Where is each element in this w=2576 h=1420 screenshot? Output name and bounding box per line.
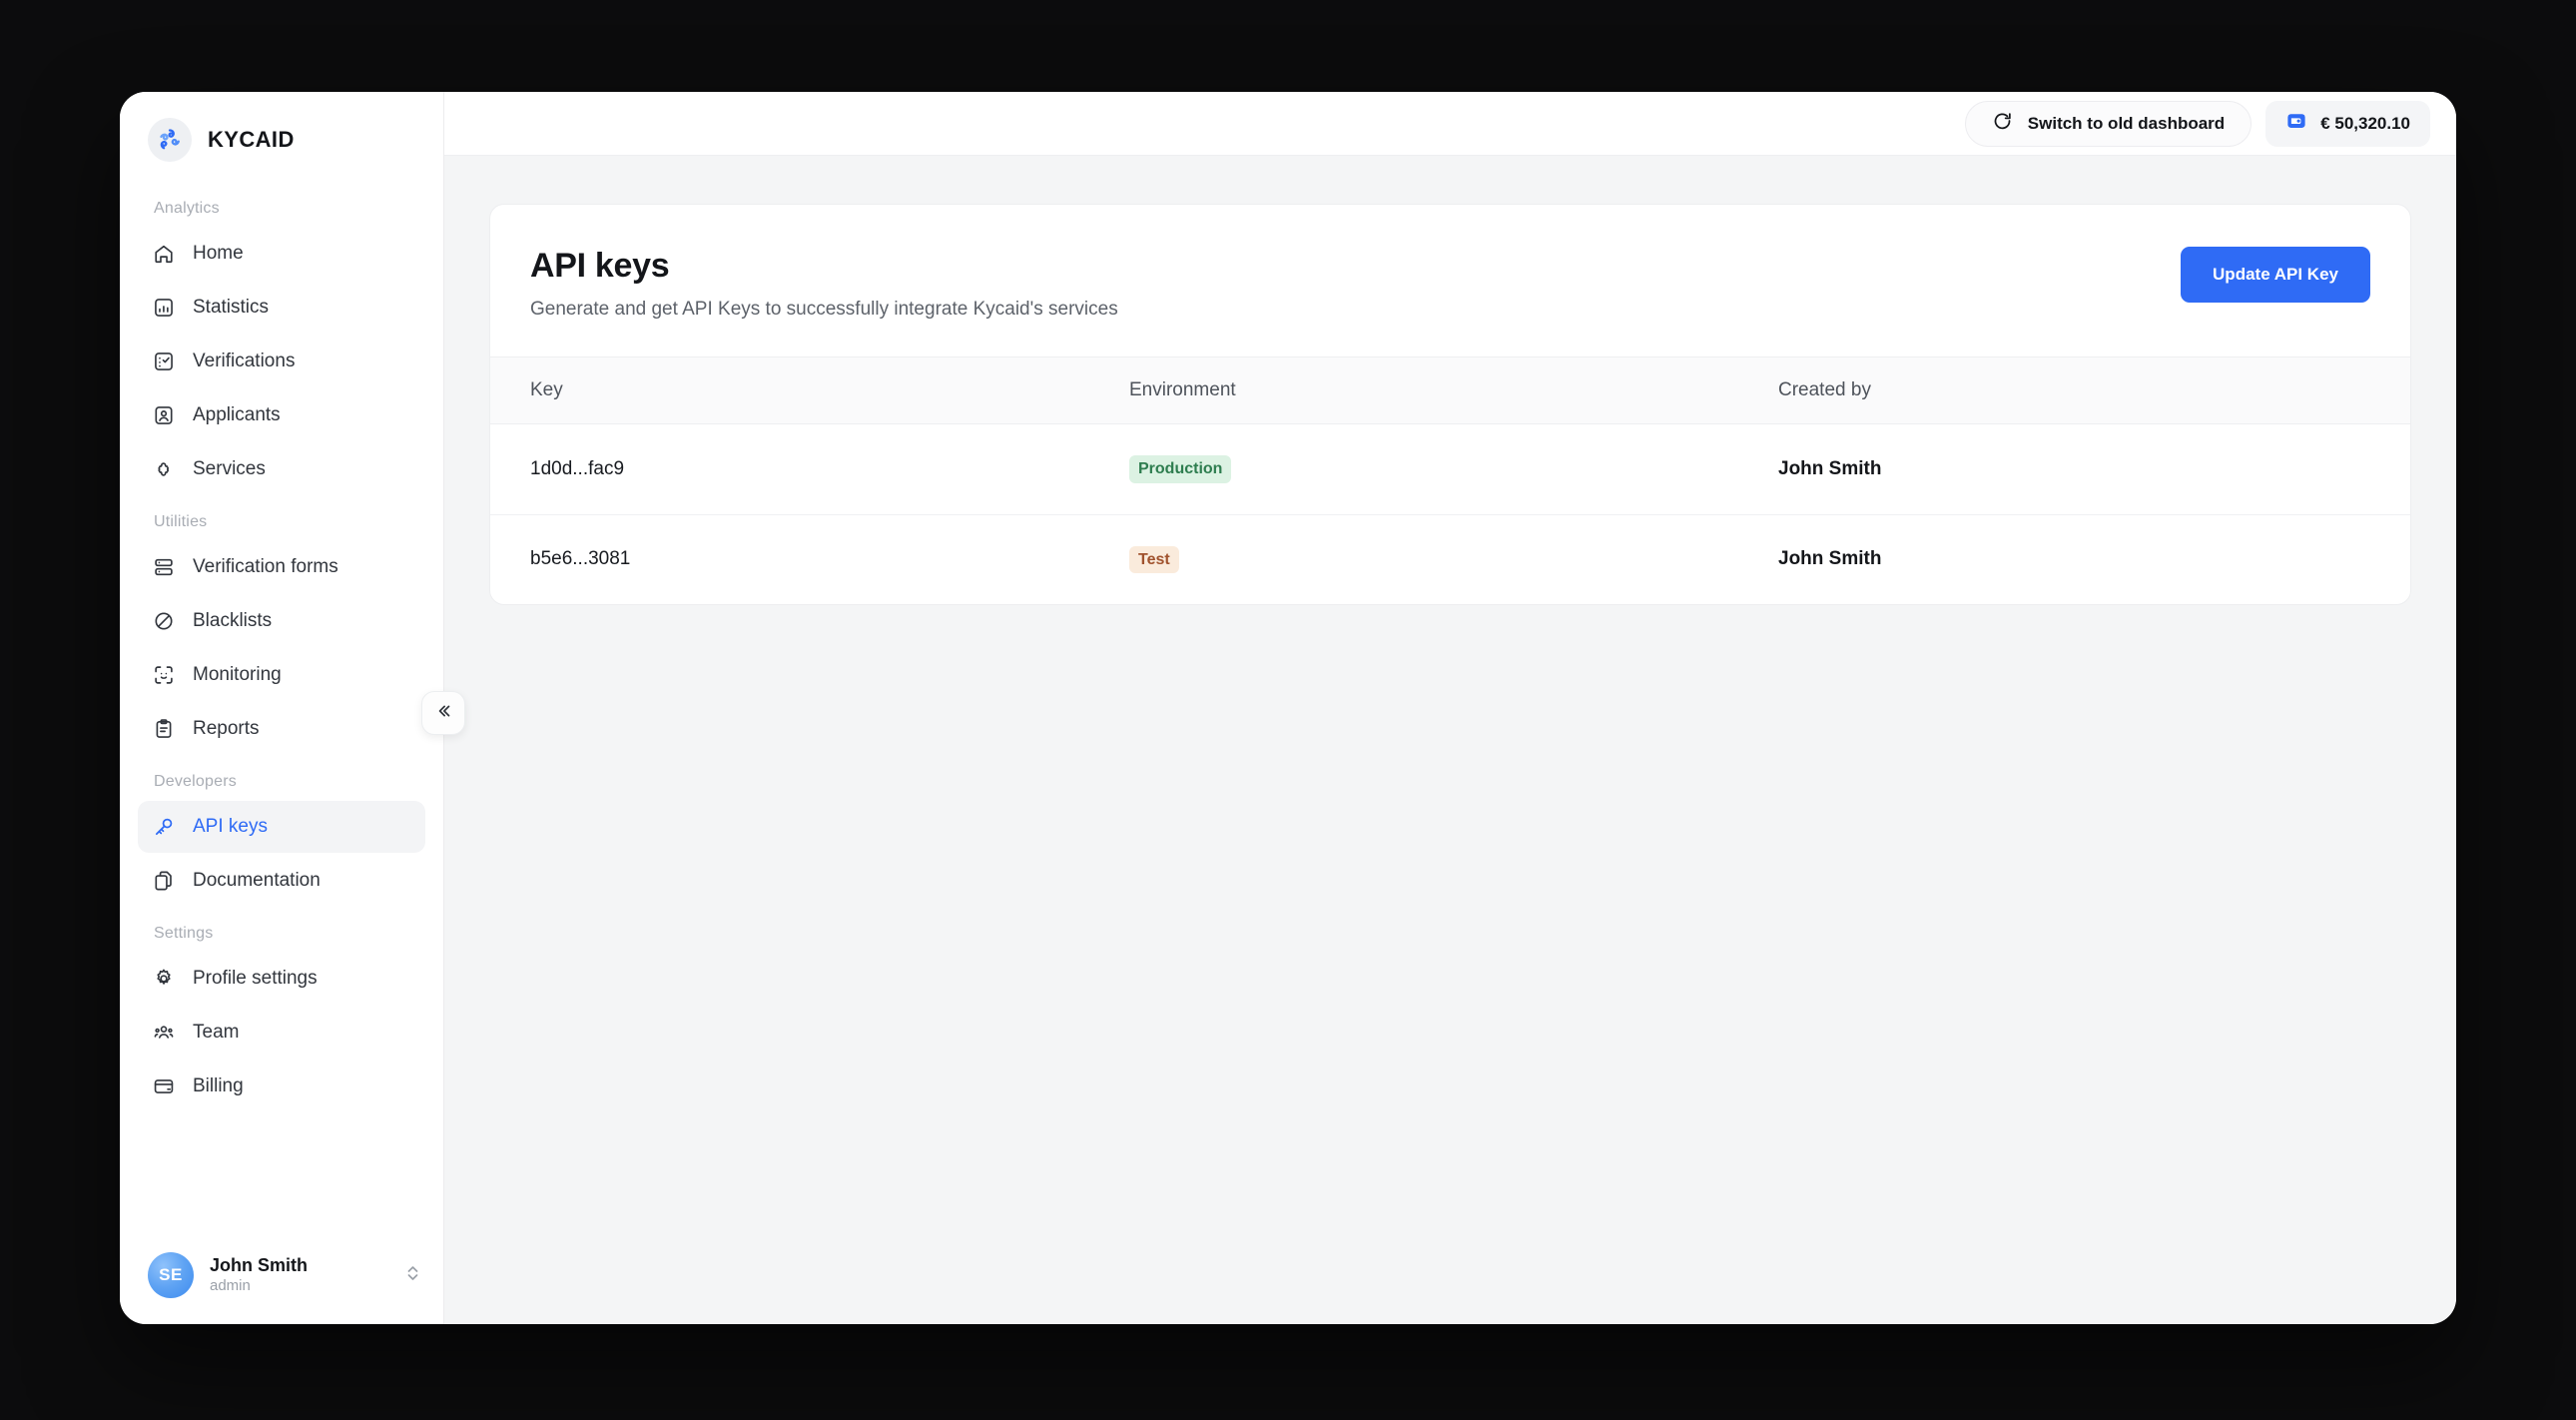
sidebar-item-label: Team [193,1022,239,1044]
sidebar-item-verifications[interactable]: Verifications [138,336,425,387]
table-header-row: Key Environment Created by [490,357,2410,424]
brand-name: KYCAID [208,127,295,153]
table-row[interactable]: b5e6...3081 Test John Smith [490,514,2410,604]
avatar: SE [148,1252,194,1298]
table-header: Key Environment Created by [490,357,2410,424]
sidebar-item-services[interactable]: Services [138,443,425,495]
sidebar-item-home[interactable]: Home [138,228,425,280]
documentation-copy-icon [152,869,176,893]
sidebar-collapse-button[interactable] [421,691,465,735]
cell-environment: Production [1129,424,1778,515]
content-area: API keys Generate and get API Keys to su… [444,156,2456,1324]
sidebar: KYCAID Analytics Home [120,92,444,1324]
chevron-up-down-icon[interactable] [404,1261,421,1290]
sidebar-item-api-keys[interactable]: API keys [138,801,425,853]
page-subtitle: Generate and get API Keys to successfull… [530,299,1118,321]
sidebar-item-label: Statistics [193,297,269,319]
nav-group-label-utilities: Utilities [138,497,425,541]
sidebar-item-label: Reports [193,718,260,740]
refresh-icon [1992,111,2013,137]
sidebar-item-label: Applicants [193,404,281,426]
brand: KYCAID [120,92,443,184]
team-people-icon [152,1021,176,1045]
sidebar-item-label: Profile settings [193,968,318,990]
api-keys-card: API keys Generate and get API Keys to su… [489,204,2411,605]
switch-to-old-dashboard-label: Switch to old dashboard [2028,114,2225,134]
balance-amount: € 50,320.10 [2320,114,2410,134]
sidebar-item-label: Verification forms [193,556,338,578]
statistics-icon [152,296,176,320]
page-title: API keys [530,247,1118,286]
switch-to-old-dashboard-button[interactable]: Switch to old dashboard [1965,101,2252,147]
applicants-id-card-icon [152,403,176,427]
sidebar-item-label: Verifications [193,351,295,372]
sidebar-item-label: Blacklists [193,610,272,632]
sidebar-item-documentation[interactable]: Documentation [138,855,425,907]
user-role: admin [210,1277,388,1296]
status-badge: Production [1129,455,1231,483]
blacklists-ban-icon [152,609,176,633]
sidebar-item-verification-forms[interactable]: Verification forms [138,541,425,593]
nav-group-label-settings: Settings [138,909,425,953]
services-puzzle-icon [152,457,176,481]
user-meta: John Smith admin [210,1254,388,1295]
balance-chip[interactable]: € 50,320.10 [2265,101,2430,147]
sidebar-item-label: Monitoring [193,664,282,686]
kycaid-swirl-logo-icon [148,118,192,162]
user-name: John Smith [210,1254,388,1277]
user-profile[interactable]: SE John Smith admin [120,1234,443,1324]
nav-group-label-developers: Developers [138,757,425,801]
card-header-text: API keys Generate and get API Keys to su… [530,247,1118,321]
home-icon [152,242,176,266]
sidebar-item-team[interactable]: Team [138,1007,425,1059]
app-window: KYCAID Analytics Home [120,92,2456,1324]
wallet-icon [2285,110,2307,137]
verifications-checklist-icon [152,350,176,373]
api-keys-table: Key Environment Created by 1d0d...fac9 P… [490,356,2410,604]
cell-created-by: John Smith [1778,424,2410,515]
column-header-key: Key [490,357,1129,424]
sidebar-item-statistics[interactable]: Statistics [138,282,425,334]
status-badge: Test [1129,546,1179,574]
sidebar-item-label: API keys [193,816,268,838]
card-header: API keys Generate and get API Keys to su… [490,205,2410,356]
sidebar-item-profile-settings[interactable]: Profile settings [138,953,425,1005]
reports-clipboard-icon [152,717,176,741]
cell-key: 1d0d...fac9 [490,424,1129,515]
sidebar-item-label: Documentation [193,870,321,892]
sidebar-item-applicants[interactable]: Applicants [138,389,425,441]
monitoring-face-scan-icon [152,663,176,687]
table-row[interactable]: 1d0d...fac9 Production John Smith [490,424,2410,515]
cell-created-by: John Smith [1778,514,2410,604]
sidebar-item-billing[interactable]: Billing [138,1061,425,1112]
table-body: 1d0d...fac9 Production John Smith b5e6..… [490,424,2410,605]
sidebar-item-monitoring[interactable]: Monitoring [138,649,425,701]
api-keys-key-icon [152,815,176,839]
billing-card-icon [152,1074,176,1098]
gear-icon [152,967,176,991]
sidebar-item-label: Billing [193,1075,244,1097]
sidebar-item-label: Services [193,458,266,480]
main-area: Switch to old dashboard € 50,320.10 API [444,92,2456,1324]
verification-forms-icon [152,555,176,579]
column-header-environment: Environment [1129,357,1778,424]
sidebar-item-reports[interactable]: Reports [138,703,425,755]
nav-group-label-analytics: Analytics [138,184,425,228]
sidebar-item-label: Home [193,243,244,265]
cell-environment: Test [1129,514,1778,604]
cell-key: b5e6...3081 [490,514,1129,604]
topbar: Switch to old dashboard € 50,320.10 [444,92,2456,156]
column-header-created-by: Created by [1778,357,2410,424]
double-chevron-left-icon [433,701,453,726]
update-api-key-button[interactable]: Update API Key [2181,247,2370,303]
sidebar-nav: Analytics Home Statistics [120,184,443,1234]
sidebar-item-blacklists[interactable]: Blacklists [138,595,425,647]
